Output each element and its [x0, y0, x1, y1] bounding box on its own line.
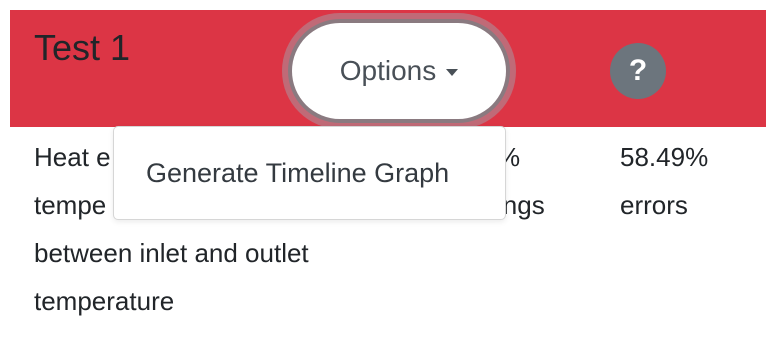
row-value-a: % ings [497, 133, 607, 229]
value-b-line: 58.49% [620, 142, 709, 172]
question-icon: ? [628, 54, 648, 87]
chevron-down-icon [446, 68, 459, 76]
value-a-line: % [497, 142, 521, 172]
row-value-b: 58.49% errors [620, 133, 760, 229]
options-dropdown-button[interactable]: Options [292, 23, 506, 119]
value-b-line: errors [620, 190, 688, 220]
menu-item-generate-timeline-graph[interactable]: Generate Timeline Graph [146, 155, 449, 191]
value-a-line: ings [497, 190, 545, 220]
options-button-label: Options [339, 55, 437, 86]
description-line: between inlet and outlet [34, 238, 309, 268]
page-title: Test 1 [34, 27, 131, 68]
options-dropdown-menu: Generate Timeline Graph [113, 126, 506, 220]
help-button[interactable]: ? [610, 43, 666, 99]
description-line: temperature [34, 286, 175, 316]
